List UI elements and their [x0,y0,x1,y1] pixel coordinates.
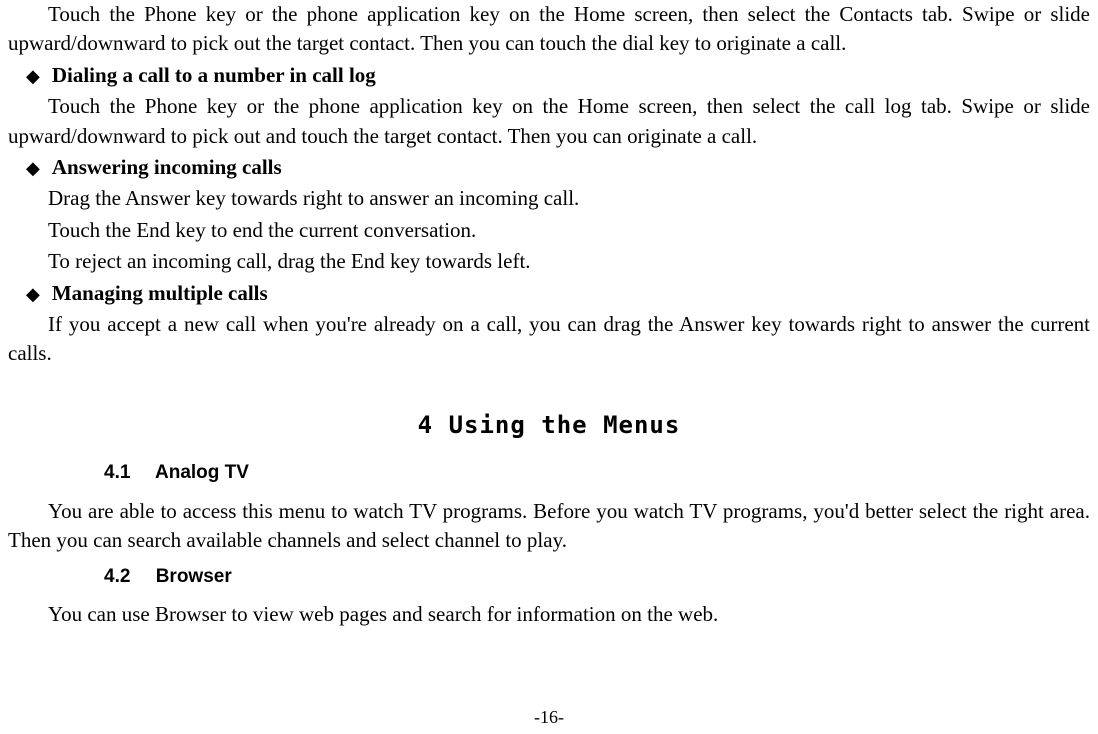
paragraph-call-log: Touch the Phone key or the phone applica… [8,92,1090,151]
subsection-label-browser: Browser [156,566,232,587]
bullet-label-dialing: Dialing a call to a number in call log [52,61,376,90]
paragraph-analog-tv: You are able to access this menu to watc… [8,497,1090,556]
paragraph-contacts: Touch the Phone key or the phone applica… [8,0,1090,59]
paragraph-browser: You can use Browser to view web pages an… [8,600,1090,629]
subsection-number-42: 4.2 [104,564,130,591]
page-number: -16- [0,705,1098,730]
paragraph-multiple-calls: If you accept a new call when you're alr… [8,310,1090,369]
section-title-using-menus: 4 Using the Menus [8,409,1090,443]
subsection-analog-tv: 4.1 Analog TV [104,460,1090,487]
paragraph-touch-end: Touch the End key to end the current con… [8,216,1090,245]
bullet-answering: ◆ Answering incoming calls [8,153,1090,182]
diamond-icon: ◆ [26,156,40,181]
paragraph-drag-answer: Drag the Answer key towards right to ans… [8,184,1090,213]
bullet-label-answering: Answering incoming calls [52,153,282,182]
diamond-icon: ◆ [26,64,40,89]
bullet-multiple-calls: ◆ Managing multiple calls [8,279,1090,308]
bullet-dialing-call-log: ◆ Dialing a call to a number in call log [8,61,1090,90]
paragraph-reject: To reject an incoming call, drag the End… [8,247,1090,276]
subsection-label-analog-tv: Analog TV [155,462,249,483]
subsection-number-41: 4.1 [104,460,130,487]
subsection-browser: 4.2 Browser [104,564,1090,591]
bullet-label-multiple: Managing multiple calls [52,279,268,308]
diamond-icon: ◆ [26,282,40,307]
